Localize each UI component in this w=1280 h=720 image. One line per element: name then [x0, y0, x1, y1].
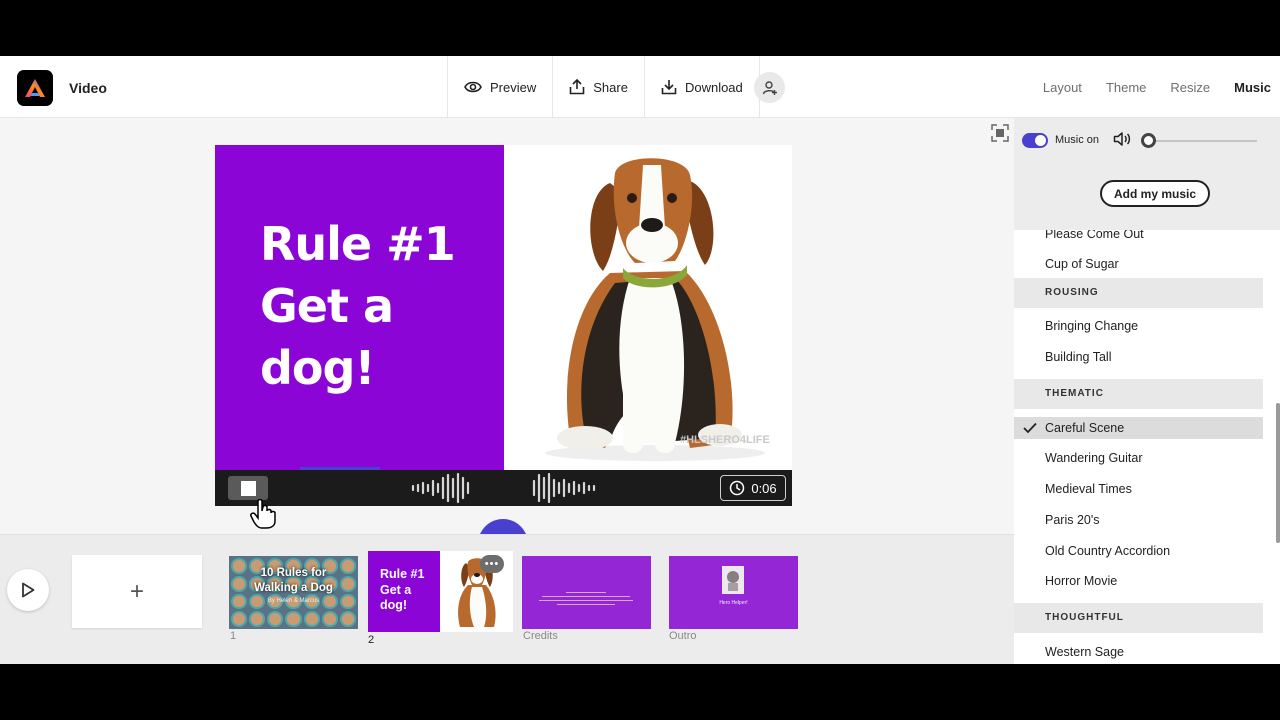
music-toggle-label: Music on [1055, 134, 1100, 146]
track-old-country-accordion[interactable]: Old Country Accordion [1014, 540, 1263, 562]
scene-timeline: + 10 Rules for Walking a Dog By Helen & … [0, 534, 1014, 664]
genre-header-thematic: THEMATIC [1014, 379, 1263, 409]
checkmark-icon [1023, 422, 1037, 434]
stop-button[interactable] [228, 476, 268, 500]
scene-2-label: 2 [368, 634, 375, 646]
scene-credits-label: Credits [523, 630, 558, 642]
track-western-sage[interactable]: Western Sage [1014, 641, 1263, 663]
track-bringing-change[interactable]: Bringing Change [1014, 315, 1263, 337]
music-list-scrollbar[interactable] [1276, 403, 1280, 543]
tab-theme[interactable]: Theme [1106, 80, 1146, 95]
track-careful-scene[interactable]: Careful Scene [1014, 417, 1263, 439]
play-button[interactable] [7, 569, 49, 611]
track-building-tall[interactable]: Building Tall [1014, 346, 1263, 368]
scene-1-label: 1 [230, 630, 237, 642]
waveform-right [532, 472, 596, 504]
slide-headline[interactable]: Rule #1 Get a dog! [260, 213, 456, 399]
track-wandering-guitar[interactable]: Wandering Guitar [1014, 447, 1263, 469]
add-person-icon [762, 80, 777, 95]
play-icon [22, 582, 35, 598]
clock-icon [730, 480, 745, 496]
scene-thumbnail-credits[interactable] [522, 556, 651, 629]
share-label: Share [593, 79, 628, 95]
share-button[interactable]: Share [552, 56, 644, 118]
preview-label: Preview [490, 79, 537, 95]
volume-icon[interactable] [1113, 131, 1131, 147]
genre-header-thoughtful: THOUGHTFUL [1014, 603, 1263, 633]
scene-outro-label: Outro [669, 630, 697, 642]
track-please-come-out[interactable]: Please Come Out [1014, 230, 1263, 245]
track-paris-20s[interactable]: Paris 20's [1014, 509, 1263, 531]
eye-icon [464, 81, 482, 93]
invite-button[interactable] [754, 72, 785, 103]
tab-resize[interactable]: Resize [1170, 80, 1210, 95]
scene-thumbnail-2[interactable]: Rule #1 Get a dog! ••• [368, 551, 513, 632]
toolbar: Preview Share Download [447, 56, 760, 118]
scene-1-subtitle: By Helen & Marcus [267, 598, 320, 604]
tab-layout[interactable]: Layout [1043, 80, 1082, 95]
music-toggle[interactable] [1022, 133, 1048, 148]
download-icon [661, 80, 677, 95]
top-bar: Video Preview Share Download Layout Them… [0, 56, 1280, 118]
scene-1-title: 10 Rules for Walking a Dog [254, 567, 333, 594]
voice-record-bar: 0:06 [215, 470, 792, 506]
volume-slider-track[interactable] [1148, 140, 1257, 142]
fit-screen-icon[interactable] [991, 124, 1009, 142]
slide-canvas[interactable]: Rule #1 Get a dog! #HLSHERO4LIFE [215, 145, 792, 470]
tab-music[interactable]: Music [1234, 80, 1271, 95]
volume-slider-handle[interactable] [1141, 133, 1156, 148]
credits-text-lines [537, 589, 635, 608]
panel-tabs: Layout Theme Resize Music [1043, 56, 1271, 118]
scene-2-text: Rule #1 Get a dog! [380, 567, 425, 612]
watermark-hashtag: #HLSHERO4LIFE [680, 434, 770, 446]
track-cup-of-sugar[interactable]: Cup of Sugar [1014, 253, 1263, 275]
preview-button[interactable]: Preview [447, 56, 552, 118]
video-editor: Video Preview Share Download Layout Them… [0, 56, 1280, 664]
add-scene-button[interactable]: + [72, 555, 202, 628]
genre-header-rousing: ROUSING [1014, 278, 1263, 308]
outro-caption: Hero Helper! [719, 600, 748, 606]
track-horror-movie[interactable]: Horror Movie [1014, 570, 1263, 592]
track-medieval-times[interactable]: Medieval Times [1014, 478, 1263, 500]
project-title: Video [69, 80, 107, 96]
music-panel: Music on Add my music Please Come Out Cu… [1014, 118, 1280, 664]
download-button[interactable]: Download [643, 56, 760, 118]
outro-logo-image [722, 566, 744, 594]
music-track-list: Please Come Out Cup of Sugar ROUSING Bri… [1014, 230, 1263, 664]
scene-more-button[interactable]: ••• [480, 555, 504, 573]
duration-value: 0:06 [751, 480, 777, 496]
scene-thumbnail-outro[interactable]: Hero Helper! [669, 556, 798, 629]
hand-pointer-icon [250, 499, 276, 529]
adobe-express-logo[interactable] [17, 70, 53, 106]
share-icon [569, 79, 585, 95]
dog-photo[interactable] [515, 153, 775, 463]
music-controls: Music on Add my music [1014, 118, 1280, 230]
add-my-music-button[interactable]: Add my music [1100, 180, 1210, 207]
scene-thumbnail-1[interactable]: 10 Rules for Walking a Dog By Helen & Ma… [229, 556, 358, 629]
stop-icon [240, 480, 256, 496]
duration-display[interactable]: 0:06 [720, 475, 786, 501]
download-label: Download [684, 79, 743, 95]
waveform-left [411, 472, 470, 504]
